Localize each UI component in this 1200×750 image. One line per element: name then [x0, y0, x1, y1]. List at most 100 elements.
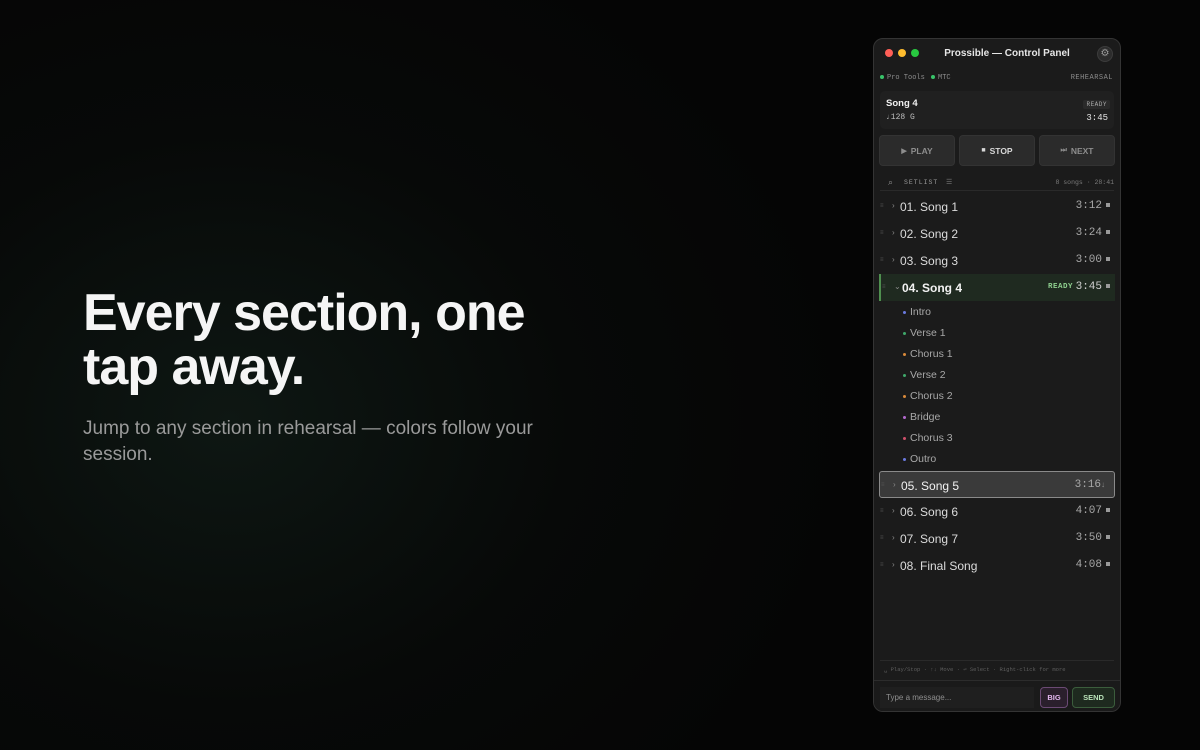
- zoom-button[interactable]: [911, 49, 919, 57]
- song-row-6[interactable]: ≡ › 06. Song 6 4:07: [879, 498, 1115, 525]
- big-button[interactable]: BIG: [1040, 687, 1068, 708]
- section-color-dot-icon: [903, 353, 906, 356]
- title-bar: Prossible — Control Panel ⚙: [874, 39, 1120, 69]
- chevron-right-icon[interactable]: ›: [892, 533, 895, 542]
- song-duration: 3:45: [1075, 281, 1102, 293]
- song-title: 05. Song 5: [901, 479, 960, 493]
- status-square-icon: [1106, 535, 1110, 539]
- chevron-right-icon[interactable]: ›: [892, 506, 895, 515]
- window-title: Prossible — Control Panel: [944, 48, 1070, 59]
- status-dot-icon: [931, 75, 935, 80]
- next-button[interactable]: ⏭ NEXT: [1039, 135, 1115, 166]
- song-row-1[interactable]: ≡ › 01. Song 1 3:12: [879, 193, 1115, 220]
- song-row-7[interactable]: ≡ › 07. Song 7 3:50: [879, 525, 1115, 552]
- section-name: Intro: [910, 306, 932, 318]
- message-bar: BIG SEND: [874, 680, 1120, 711]
- stop-button[interactable]: ■ STOP: [959, 135, 1035, 166]
- chevron-right-icon[interactable]: ›: [893, 480, 896, 489]
- section-color-dot-icon: [903, 416, 906, 419]
- send-button[interactable]: SEND: [1072, 687, 1115, 708]
- mtc-status: MTC: [931, 74, 951, 82]
- now-playing-state-badge: READY: [1083, 100, 1110, 109]
- status-badge: READY: [1047, 283, 1073, 291]
- skip-next-icon: ⏭: [1060, 146, 1067, 154]
- chevron-right-icon[interactable]: ›: [892, 560, 895, 569]
- song-duration: 3:50: [1075, 532, 1102, 544]
- play-label: PLAY: [910, 145, 933, 156]
- section-list: Intro Verse 1 Chorus 1 Verse 2 Chorus 2 …: [879, 301, 1115, 471]
- now-playing-song: Song 4: [886, 98, 918, 109]
- section-name: Outro: [910, 453, 937, 465]
- section-item-chorus-3[interactable]: Chorus 3: [879, 428, 1115, 449]
- status-square-icon: [1106, 508, 1110, 512]
- song-row-8[interactable]: ≡ › 08. Final Song 4:08: [879, 552, 1115, 579]
- section-name: Chorus 1: [910, 348, 953, 360]
- status-square-icon: [1106, 230, 1110, 234]
- hero-title: Every section, one tap away.: [83, 284, 526, 396]
- section-name: Bridge: [910, 411, 941, 423]
- protools-status: Pro Tools: [880, 74, 925, 82]
- song-title: 06. Song 6: [900, 505, 959, 519]
- section-name: Chorus 3: [910, 432, 953, 444]
- list-icon[interactable]: ☰: [946, 178, 952, 186]
- section-item-bridge[interactable]: Bridge: [879, 407, 1115, 428]
- minimize-button[interactable]: [898, 49, 906, 57]
- protools-label: Pro Tools: [887, 74, 925, 82]
- gear-icon[interactable]: ⚙: [1097, 46, 1113, 62]
- drag-handle-icon[interactable]: ≡: [880, 203, 884, 209]
- chevron-right-icon[interactable]: ›: [892, 201, 895, 210]
- close-button[interactable]: [885, 49, 893, 57]
- song-duration: 3:00: [1075, 254, 1102, 266]
- section-item-chorus-2[interactable]: Chorus 2: [879, 386, 1115, 407]
- section-item-chorus-1[interactable]: Chorus 1: [879, 344, 1115, 365]
- hero-subtitle: Jump to any section in rehearsal — color…: [83, 418, 533, 465]
- play-icon: ▶: [901, 147, 907, 155]
- song-row-3[interactable]: ≡ › 03. Song 3 3:00: [879, 247, 1115, 274]
- setlist-info: 8 songs · 28:41: [1055, 179, 1114, 186]
- chevron-right-icon[interactable]: ›: [892, 255, 895, 264]
- mtc-label: MTC: [938, 74, 951, 82]
- status-bar: Pro Tools MTC REHEARSAL: [880, 74, 1113, 86]
- drag-handle-icon[interactable]: ≡: [880, 562, 884, 568]
- song-duration: 4:08: [1075, 559, 1102, 571]
- song-title: 07. Song 7: [900, 532, 959, 546]
- section-color-dot-icon: [903, 311, 906, 314]
- drag-handle-icon[interactable]: ≡: [880, 535, 884, 541]
- control-panel-window: Prossible — Control Panel ⚙ Pro Tools MT…: [873, 38, 1121, 712]
- drag-handle-icon[interactable]: ≡: [881, 482, 885, 488]
- chevron-down-icon[interactable]: ⌄: [894, 282, 901, 291]
- song-row-5[interactable]: ≡ › 05. Song 5 3:16 ↓: [879, 471, 1115, 498]
- search-icon[interactable]: ⌕: [888, 177, 893, 188]
- song-title: 03. Song 3: [900, 254, 959, 268]
- play-button[interactable]: ▶ PLAY: [879, 135, 955, 166]
- song-row-2[interactable]: ≡ › 02. Song 2 3:24: [879, 220, 1115, 247]
- chevron-right-icon[interactable]: ›: [892, 228, 895, 237]
- section-item-intro[interactable]: Intro: [879, 302, 1115, 323]
- song-row-4[interactable]: ≡ ⌄ 04. Song 4 READY 3:45: [879, 274, 1115, 301]
- section-name: Verse 2: [910, 369, 946, 381]
- section-color-dot-icon: [903, 437, 906, 440]
- section-item-verse-2[interactable]: Verse 2: [879, 365, 1115, 386]
- status-square-icon: [1106, 562, 1110, 566]
- setlist: ≡ › 01. Song 1 3:12 ≡ › 02. Song 2 3:24 …: [879, 193, 1115, 579]
- drag-handle-icon[interactable]: ≡: [880, 230, 884, 236]
- status-square-icon: [1106, 284, 1110, 288]
- stop-label: STOP: [989, 145, 1013, 156]
- section-item-verse-1[interactable]: Verse 1: [879, 323, 1115, 344]
- section-color-dot-icon: [903, 332, 906, 335]
- drag-handle-icon[interactable]: ≡: [882, 284, 886, 290]
- arrow-down-icon[interactable]: ↓: [1101, 480, 1105, 489]
- message-input[interactable]: [880, 687, 1034, 708]
- keyboard-hints: ␣ Play/Stop · ↑↓ Move · ⏎ Select · Right…: [880, 660, 1114, 674]
- hero: Every section, one tap away. Jump to any…: [83, 286, 553, 468]
- section-name: Verse 1: [910, 327, 946, 339]
- drag-handle-icon[interactable]: ≡: [880, 508, 884, 514]
- song-duration: 3:16: [1074, 479, 1101, 491]
- song-duration: 3:24: [1075, 227, 1102, 239]
- drag-handle-icon[interactable]: ≡: [880, 257, 884, 263]
- mode-label: REHEARSAL: [1070, 74, 1113, 82]
- section-color-dot-icon: [903, 395, 906, 398]
- status-square-icon: [1106, 203, 1110, 207]
- section-item-outro[interactable]: Outro: [879, 449, 1115, 470]
- setlist-label: SETLIST: [904, 179, 939, 186]
